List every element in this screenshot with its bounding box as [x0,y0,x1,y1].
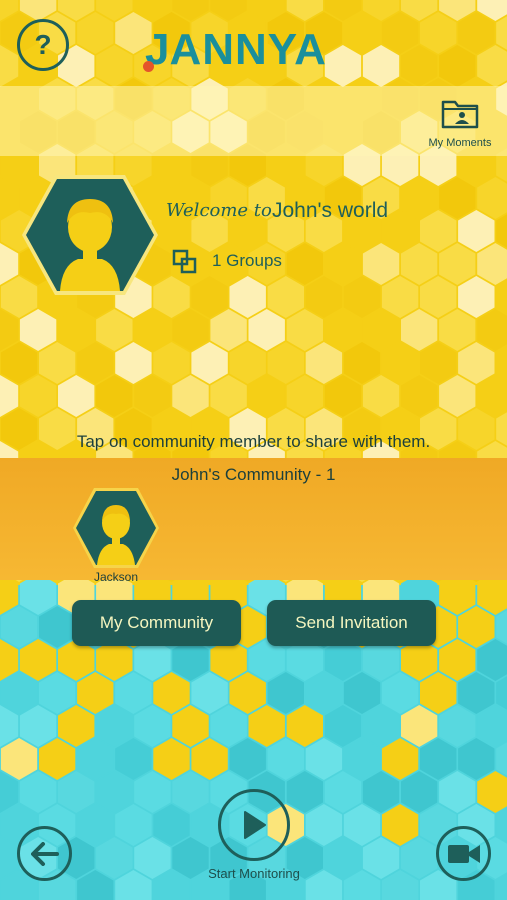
logo-dot [143,61,154,72]
logo-letter-j: J [143,25,170,74]
community-title: John's Community - 1 [171,465,336,484]
groups-link[interactable]: 1 Groups [172,248,282,274]
start-monitoring-button[interactable] [218,789,290,861]
logo-text: ANNYA [169,25,327,74]
share-instruction: Tap on community member to share with th… [76,432,431,451]
app-logo: J ANNYA [143,18,327,74]
member-name: Jackson [93,570,139,584]
profile-avatar[interactable] [20,173,160,297]
groups-icon [172,249,197,274]
folder-person-icon [441,100,479,129]
send-invitation-button[interactable]: Send Invitation [267,600,436,646]
help-button[interactable]: ? [17,19,69,71]
play-icon [244,811,266,839]
help-icon: ? [34,29,52,60]
start-monitoring-label: Start Monitoring [208,866,300,881]
welcome-prefix: Welcome to [166,200,272,221]
my-moments-button[interactable]: My Moments [424,96,496,149]
video-button[interactable] [436,826,491,881]
groups-label: 1 Groups [212,251,282,270]
member-avatar [73,488,159,568]
my-community-button[interactable]: My Community [72,600,241,646]
back-button[interactable] [17,826,72,881]
community-member[interactable]: Jackson [72,487,160,584]
video-camera-icon [447,844,480,863]
my-moments-label: My Moments [428,137,492,149]
arrow-left-icon [30,841,59,866]
welcome-name: John's world [272,199,389,222]
